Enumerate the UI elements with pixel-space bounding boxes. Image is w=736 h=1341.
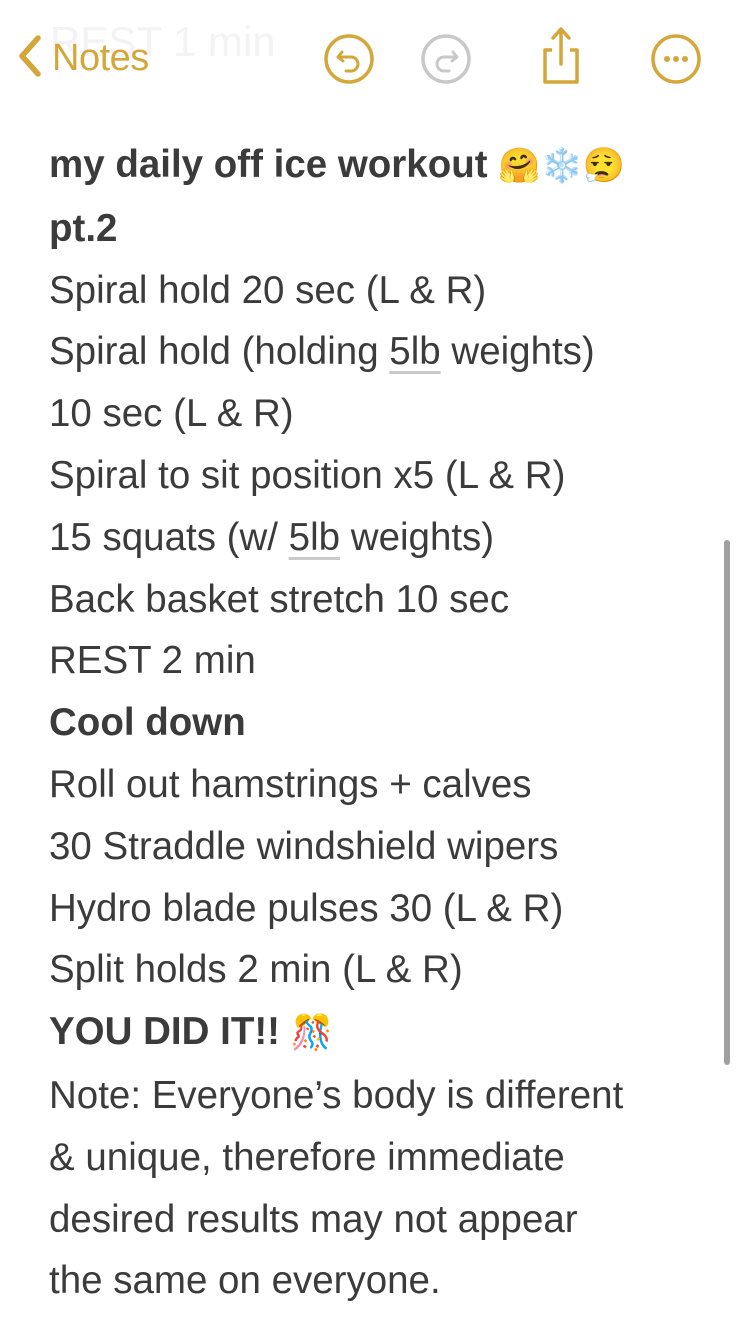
cooldown-heading: Cool down: [49, 701, 246, 745]
navigation-bar: Notes: [0, 0, 736, 120]
disclaimer-line: & unique, therefore immediate: [49, 1135, 565, 1179]
finish-text: YOU DID IT!!: [49, 1010, 280, 1054]
disclaimer-line: the same on everyone.: [49, 1259, 441, 1303]
workout-line: Spiral hold 20 sec (L & R): [49, 268, 487, 312]
unit-link-5lb[interactable]: 5lb: [289, 516, 340, 559]
back-to-notes-button[interactable]: Notes: [14, 30, 149, 86]
redo-button[interactable]: [419, 32, 473, 86]
disclaimer-line: Note: Everyone’s body is different: [49, 1073, 624, 1117]
redo-icon: [419, 34, 473, 90]
workout-line: Back basket stretch 10 sec: [49, 577, 510, 621]
vertical-scrollbar[interactable]: [724, 540, 730, 1065]
confetti-icon: 🎊: [290, 1014, 334, 1053]
text: 15 squats (w/: [49, 515, 289, 559]
cooldown-line: Split holds 2 min (L & R): [49, 948, 463, 992]
unit-link-5lb[interactable]: 5lb: [389, 330, 440, 373]
back-label: Notes: [52, 36, 149, 79]
cooldown-line: 30 Straddle windshield wipers: [49, 824, 559, 868]
note-body[interactable]: my daily off ice workout 🤗❄️😮‍💨 pt.2 Spi…: [49, 134, 699, 1312]
note-title-line2: pt.2: [49, 206, 118, 250]
text: weights): [440, 330, 595, 374]
title-text: my daily off ice workout: [49, 143, 488, 186]
workout-line: REST 2 min: [49, 639, 256, 683]
text: Spiral hold (holding: [49, 330, 390, 374]
note-title: my daily off ice workout 🤗❄️😮‍💨: [49, 134, 699, 198]
ellipsis-circle-icon: [649, 34, 703, 90]
share-icon: [534, 27, 588, 90]
workout-line: 15 squats (w/ 5lb weights): [49, 507, 699, 569]
cooldown-line: Roll out hamstrings + calves: [49, 762, 532, 806]
text: weights): [340, 515, 495, 559]
finish-line: YOU DID IT!! 🎊: [49, 1001, 699, 1065]
undo-button[interactable]: [322, 32, 376, 86]
workout-line: Spiral to sit position x5 (L & R): [49, 453, 566, 497]
chevron-left-icon: [14, 32, 46, 85]
disclaimer-line: desired results may not appear: [49, 1197, 578, 1241]
title-emojis: 🤗❄️😮‍💨: [498, 147, 626, 185]
cooldown-line: Hydro blade pulses 30 (L & R): [49, 886, 564, 930]
more-options-button[interactable]: [649, 32, 703, 86]
workout-line: Spiral hold (holding 5lb weights): [49, 321, 699, 383]
undo-icon: [322, 34, 376, 90]
share-button[interactable]: [534, 24, 588, 86]
workout-line: 10 sec (L & R): [49, 392, 294, 436]
